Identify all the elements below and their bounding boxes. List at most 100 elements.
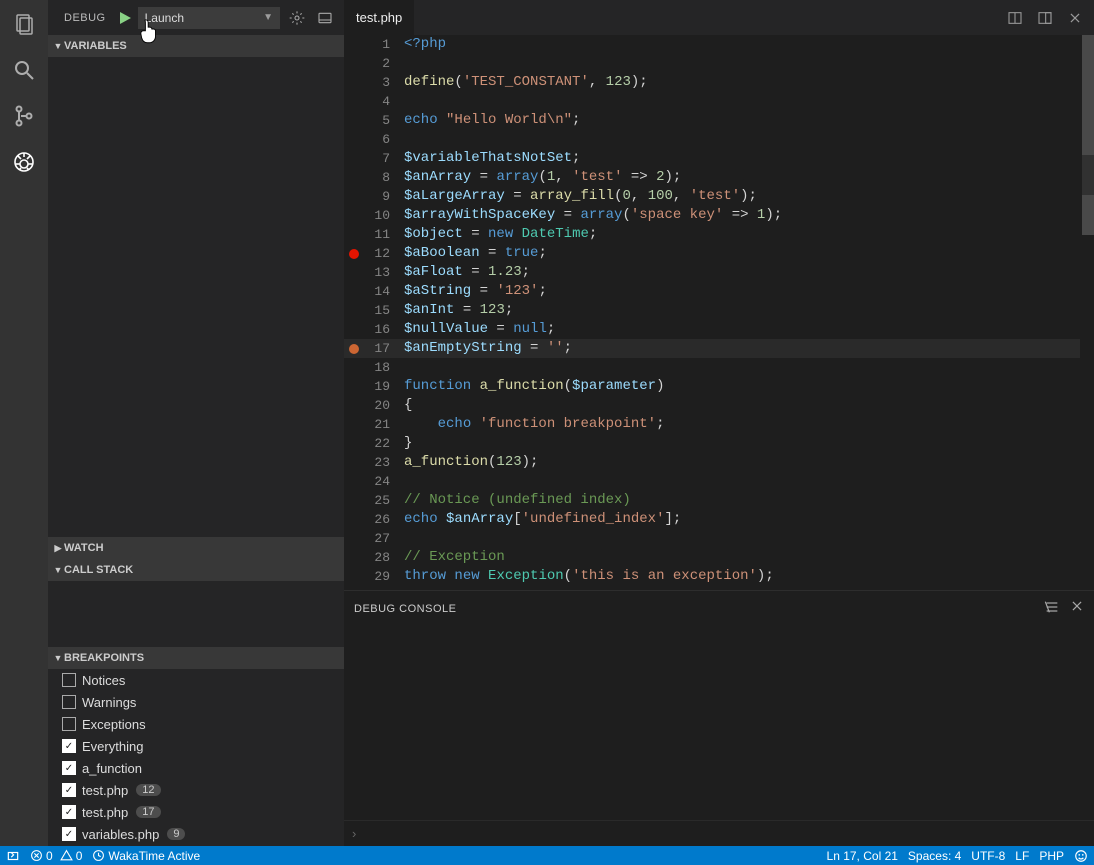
settings-icon[interactable] xyxy=(286,7,308,29)
code-editor[interactable]: 1<?php23define('TEST_CONSTANT', 123);45e… xyxy=(344,35,1094,590)
activity-debug[interactable] xyxy=(10,148,38,176)
breakpoint-item[interactable]: ✓variables.php9 xyxy=(48,823,344,845)
breakpoint-item[interactable]: ✓Everything xyxy=(48,735,344,757)
gutter-breakpoint[interactable] xyxy=(344,263,364,282)
breakpoints-header[interactable]: ▼ BREAKPOINTS xyxy=(48,647,344,669)
breakpoint-checkbox[interactable]: ✓ xyxy=(62,783,76,797)
variables-header[interactable]: ▼ VARIABLES xyxy=(48,35,344,57)
gutter-breakpoint[interactable] xyxy=(344,244,364,263)
code-line[interactable]: 13$aFloat = 1.23; xyxy=(344,263,1094,282)
status-spaces[interactable]: Spaces: 4 xyxy=(908,849,961,863)
status-wakatime[interactable]: WakaTime Active xyxy=(92,849,200,863)
gutter-breakpoint[interactable] xyxy=(344,301,364,320)
code-line[interactable]: 19function a_function($parameter) xyxy=(344,377,1094,396)
status-errors[interactable]: 0 0 xyxy=(30,849,82,863)
code-line[interactable]: 2 xyxy=(344,54,1094,73)
code-line[interactable]: 21 echo 'function breakpoint'; xyxy=(344,415,1094,434)
debug-console-input[interactable]: › xyxy=(344,820,1094,846)
status-feedback-icon[interactable] xyxy=(1074,849,1088,863)
gutter-breakpoint[interactable] xyxy=(344,510,364,529)
gutter-breakpoint[interactable] xyxy=(344,168,364,187)
gutter-breakpoint[interactable] xyxy=(344,415,364,434)
breakpoint-checkbox[interactable] xyxy=(62,673,76,687)
close-panel-icon[interactable] xyxy=(1070,599,1084,618)
gutter-breakpoint[interactable] xyxy=(344,491,364,510)
code-line[interactable]: 15$anInt = 123; xyxy=(344,301,1094,320)
more-icon[interactable] xyxy=(1034,7,1056,29)
breakpoint-item[interactable]: ✓test.php12 xyxy=(48,779,344,801)
code-line[interactable]: 14$aString = '123'; xyxy=(344,282,1094,301)
minimap[interactable] xyxy=(1080,35,1094,590)
gutter-breakpoint[interactable] xyxy=(344,92,364,111)
debug-config-select[interactable]: Launch ▼ xyxy=(138,7,280,29)
code-line[interactable]: 3define('TEST_CONSTANT', 123); xyxy=(344,73,1094,92)
code-line[interactable]: 29throw new Exception('this is an except… xyxy=(344,567,1094,586)
status-remote-icon[interactable] xyxy=(6,849,20,863)
code-line[interactable]: 12$aBoolean = true; xyxy=(344,244,1094,263)
breakpoint-checkbox[interactable] xyxy=(62,695,76,709)
editor-tab-testphp[interactable]: test.php xyxy=(344,0,414,35)
status-encoding[interactable]: UTF-8 xyxy=(971,849,1005,863)
gutter-breakpoint[interactable] xyxy=(344,130,364,149)
code-line[interactable]: 9$aLargeArray = array_fill(0, 100, 'test… xyxy=(344,187,1094,206)
code-line[interactable]: 17$anEmptyString = ''; xyxy=(344,339,1094,358)
code-line[interactable]: 7$variableThatsNotSet; xyxy=(344,149,1094,168)
gutter-breakpoint[interactable] xyxy=(344,529,364,548)
gutter-breakpoint[interactable] xyxy=(344,35,364,54)
breakpoint-item[interactable]: ✓test.php17 xyxy=(48,801,344,823)
gutter-breakpoint[interactable] xyxy=(344,453,364,472)
gutter-breakpoint[interactable] xyxy=(344,358,364,377)
breakpoint-checkbox[interactable]: ✓ xyxy=(62,739,76,753)
callstack-header[interactable]: ▼ CALL STACK xyxy=(48,559,344,581)
gutter-breakpoint[interactable] xyxy=(344,225,364,244)
gutter-breakpoint[interactable] xyxy=(344,377,364,396)
gutter-breakpoint[interactable] xyxy=(344,339,364,358)
gutter-breakpoint[interactable] xyxy=(344,434,364,453)
breakpoint-item[interactable]: Notices xyxy=(48,669,344,691)
activity-explorer[interactable] xyxy=(10,10,38,38)
breakpoint-checkbox[interactable]: ✓ xyxy=(62,761,76,775)
gutter-breakpoint[interactable] xyxy=(344,73,364,92)
close-editor-icon[interactable] xyxy=(1064,7,1086,29)
breakpoint-item[interactable]: ✓a_function xyxy=(48,757,344,779)
code-line[interactable]: 6 xyxy=(344,130,1094,149)
code-line[interactable]: 23a_function(123); xyxy=(344,453,1094,472)
gutter-breakpoint[interactable] xyxy=(344,187,364,206)
activity-search[interactable] xyxy=(10,56,38,84)
code-line[interactable]: 22} xyxy=(344,434,1094,453)
gutter-breakpoint[interactable] xyxy=(344,282,364,301)
gutter-breakpoint[interactable] xyxy=(344,54,364,73)
gutter-breakpoint[interactable] xyxy=(344,472,364,491)
status-lncol[interactable]: Ln 17, Col 21 xyxy=(827,849,898,863)
code-line[interactable]: 28// Exception xyxy=(344,548,1094,567)
status-eol[interactable]: LF xyxy=(1015,849,1029,863)
gutter-breakpoint[interactable] xyxy=(344,111,364,130)
code-line[interactable]: 25// Notice (undefined index) xyxy=(344,491,1094,510)
activity-scm[interactable] xyxy=(10,102,38,130)
status-lang[interactable]: PHP xyxy=(1039,849,1064,863)
code-line[interactable]: 20{ xyxy=(344,396,1094,415)
breakpoint-item[interactable]: Exceptions xyxy=(48,713,344,735)
breakpoint-checkbox[interactable] xyxy=(62,717,76,731)
gutter-breakpoint[interactable] xyxy=(344,396,364,415)
gutter-breakpoint[interactable] xyxy=(344,567,364,586)
breakpoint-checkbox[interactable]: ✓ xyxy=(62,805,76,819)
gutter-breakpoint[interactable] xyxy=(344,149,364,168)
debug-console-toggle-icon[interactable] xyxy=(314,7,336,29)
gutter-breakpoint[interactable] xyxy=(344,320,364,339)
clear-console-icon[interactable] xyxy=(1044,599,1060,618)
code-line[interactable]: 24 xyxy=(344,472,1094,491)
code-line[interactable]: 18 xyxy=(344,358,1094,377)
code-line[interactable]: 10$arrayWithSpaceKey = array('space key'… xyxy=(344,206,1094,225)
code-line[interactable]: 1<?php xyxy=(344,35,1094,54)
code-line[interactable]: 5echo "Hello World\n"; xyxy=(344,111,1094,130)
code-line[interactable]: 11$object = new DateTime; xyxy=(344,225,1094,244)
code-line[interactable]: 27 xyxy=(344,529,1094,548)
gutter-breakpoint[interactable] xyxy=(344,548,364,567)
breakpoint-checkbox[interactable]: ✓ xyxy=(62,827,76,841)
code-line[interactable]: 8$anArray = array(1, 'test' => 2); xyxy=(344,168,1094,187)
breakpoint-item[interactable]: Warnings xyxy=(48,691,344,713)
watch-header[interactable]: ▶ WATCH xyxy=(48,537,344,559)
code-line[interactable]: 26echo $anArray['undefined_index']; xyxy=(344,510,1094,529)
gutter-breakpoint[interactable] xyxy=(344,206,364,225)
